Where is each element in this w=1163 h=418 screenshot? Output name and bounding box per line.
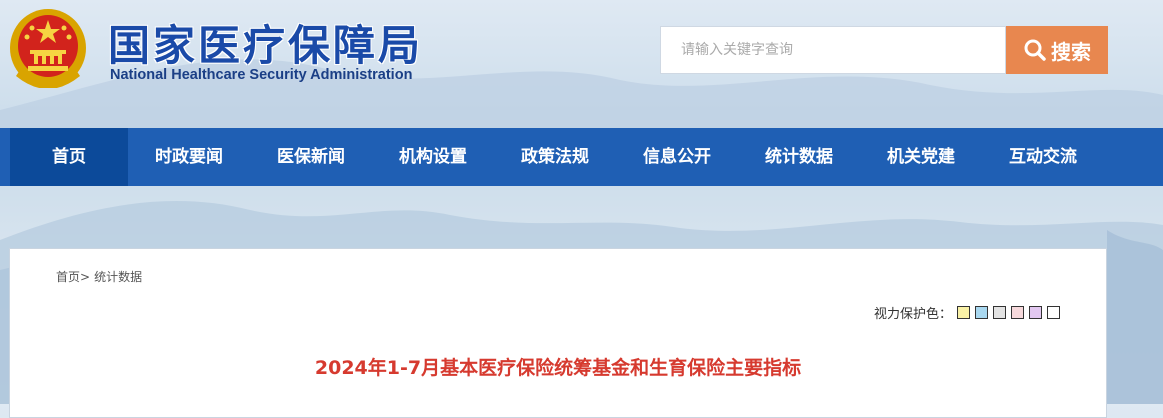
swatch-gray[interactable]	[993, 306, 1006, 319]
swatch-pink[interactable]	[1011, 306, 1024, 319]
main-nav: 首页 时政要闻 医保新闻 机构设置 政策法规 信息公开 统计数据 机关党建 互动…	[0, 128, 1163, 186]
breadcrumb: 首页> 统计数据	[56, 268, 146, 285]
vision-protection: 视力保护色：	[874, 303, 1060, 322]
swatch-yellow[interactable]	[957, 306, 970, 319]
national-emblem-icon[interactable]	[8, 6, 88, 88]
nav-item-interaction[interactable]: 互动交流	[982, 128, 1104, 186]
breadcrumb-home[interactable]: 首页>	[56, 270, 90, 284]
swatch-blue[interactable]	[975, 306, 988, 319]
nav-item-organization[interactable]: 机构设置	[372, 128, 494, 186]
site-header: 国家医疗保障局 National Healthcare Security Adm…	[0, 0, 1163, 128]
search-button[interactable]: 搜索	[1006, 26, 1108, 74]
nav-item-politics-news[interactable]: 时政要闻	[128, 128, 250, 186]
vision-label: 视力保护色：	[873, 307, 952, 322]
nav-item-healthcare-news[interactable]: 医保新闻	[250, 128, 372, 186]
nav-item-policies[interactable]: 政策法规	[494, 128, 616, 186]
swatch-white[interactable]	[1047, 306, 1060, 319]
site-subtitle[interactable]: National Healthcare Security Administrat…	[110, 67, 412, 83]
site-title[interactable]: 国家医疗保障局	[108, 12, 423, 73]
article-title: 2024年1-7月基本医疗保险统筹基金和生育保险主要指标	[314, 357, 802, 379]
search-button-label: 搜索	[1051, 39, 1091, 64]
nav-item-party[interactable]: 机关党建	[860, 128, 982, 186]
search-icon	[1024, 39, 1046, 61]
swatch-purple[interactable]	[1029, 306, 1042, 319]
content-panel: 首页> 统计数据 视力保护色： 2024年1-7月基本医疗保险统筹基金和生育保险主…	[9, 248, 1107, 418]
breadcrumb-current[interactable]: 统计数据	[94, 270, 142, 284]
nav-item-home[interactable]: 首页	[10, 128, 128, 186]
nav-item-disclosure[interactable]: 信息公开	[616, 128, 738, 186]
search-input[interactable]: 请输入关键字查询	[660, 26, 1006, 74]
nav-item-statistics[interactable]: 统计数据	[738, 128, 860, 186]
